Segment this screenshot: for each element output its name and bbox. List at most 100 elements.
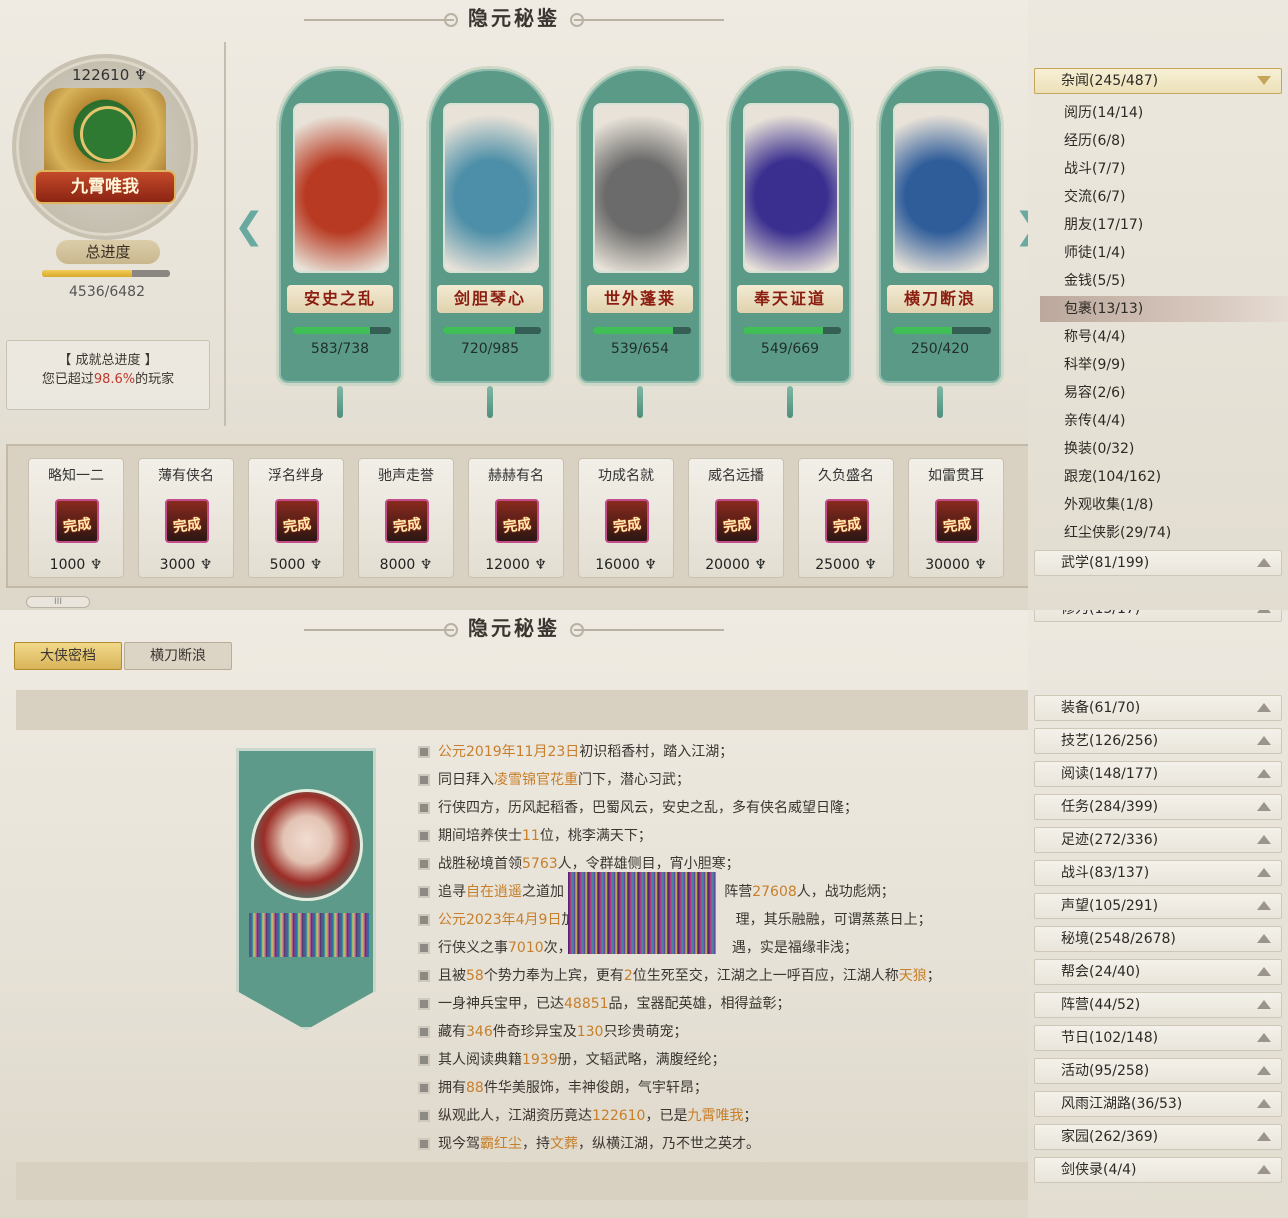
coin-icon: ♆ xyxy=(749,557,767,573)
subcategory-item[interactable]: 易容(2/6) xyxy=(1040,380,1288,406)
subcategory-item[interactable]: 阅历(14/14) xyxy=(1040,100,1288,126)
bio-segment: 5763 xyxy=(522,856,558,872)
prev-arrow-icon[interactable]: ❮ xyxy=(234,206,264,247)
expand-icon xyxy=(1257,802,1271,811)
subcategory-item[interactable]: 换装(0/32) xyxy=(1040,436,1288,462)
tassel xyxy=(337,386,343,418)
subcategory-item[interactable]: 包裹(13/13) xyxy=(1040,296,1288,322)
category-item[interactable]: 阅读(148/177) xyxy=(1034,761,1282,787)
expand-icon xyxy=(1257,736,1271,745)
subcategory-item[interactable]: 外观收集(1/8) xyxy=(1040,492,1288,518)
bio-segment: 122610 xyxy=(592,1108,646,1124)
reward-slot[interactable]: 浮名绊身 完成 5000 ♆ xyxy=(248,458,344,578)
category-item[interactable]: 活动(95/258) xyxy=(1034,1058,1282,1084)
category-item[interactable]: 足迹(272/336) xyxy=(1034,827,1282,853)
subcategory-item[interactable]: 战斗(7/7) xyxy=(1040,156,1288,182)
coin-icon: ♆ xyxy=(195,557,213,573)
completed-stamp: 完成 xyxy=(612,516,643,536)
chapter-progress-fill xyxy=(293,327,371,334)
bio-segment: 期间培养侠士 xyxy=(438,828,522,844)
category-item[interactable]: 技艺(126/256) xyxy=(1034,728,1282,754)
completed-stamp: 完成 xyxy=(172,516,203,536)
subcategory-item[interactable]: 称号(4/4) xyxy=(1040,324,1288,350)
category-label: 秘境(2548/2678) xyxy=(1061,931,1176,947)
total-progress-text: 4536/6482 xyxy=(69,284,145,300)
reward-item-icon: 完成 xyxy=(165,499,209,543)
reward-value: 25000 ♆ xyxy=(799,557,893,573)
reward-slot[interactable]: 驰声走誉 完成 8000 ♆ xyxy=(358,458,454,578)
category-martial[interactable]: 武学(81/199) xyxy=(1034,550,1282,576)
subcategory-item[interactable]: 跟宠(104/162) xyxy=(1040,464,1288,490)
bio-segment: 位生死至交，江湖之上一呼百应，江湖人称 xyxy=(632,968,899,984)
bio-segment: 门下，潜心习武； xyxy=(578,772,690,788)
reward-value: 16000 ♆ xyxy=(579,557,673,573)
horizontal-scrollbar[interactable]: III xyxy=(26,596,90,608)
character-banner xyxy=(236,748,376,1030)
reward-slot[interactable]: 威名远播 完成 20000 ♆ xyxy=(688,458,784,578)
chapter-card[interactable]: 横刀断浪 250/420 xyxy=(876,66,1004,386)
subcategory-item[interactable]: 师徒(1/4) xyxy=(1040,240,1288,266)
expand-icon xyxy=(1257,1099,1271,1108)
bio-segment: 人，令群雄侧目，宵小胆寒； xyxy=(557,856,740,872)
bio-segment: 纵观此人，江湖资历竟达 xyxy=(438,1108,592,1124)
subcategory-item[interactable]: 金钱(5/5) xyxy=(1040,268,1288,294)
bio-line: 一身神兵宝甲，已达48851品，宝器配英雄，相得益彰； xyxy=(420,990,941,1018)
reward-slot[interactable]: 功成名就 完成 16000 ♆ xyxy=(578,458,674,578)
completed-stamp: 完成 xyxy=(392,516,423,536)
bio-segment: ； xyxy=(743,1108,758,1124)
category-label: 技艺(126/256) xyxy=(1061,733,1159,749)
reward-value: 5000 ♆ xyxy=(249,557,343,573)
reward-value-text: 3000 xyxy=(159,557,196,573)
category-open[interactable]: 杂闻(245/487) xyxy=(1034,68,1282,94)
chapter-progress-fill xyxy=(443,327,515,334)
chapter-art xyxy=(893,103,989,273)
category-item[interactable]: 任务(284/399) xyxy=(1034,794,1282,820)
chapter-progress-bar xyxy=(743,327,841,334)
reward-slot[interactable]: 赫赫有名 完成 12000 ♆ xyxy=(468,458,564,578)
category-item[interactable]: 装备(61/70) xyxy=(1034,695,1282,721)
subcategory-item[interactable]: 经历(6/8) xyxy=(1040,128,1288,154)
chapter-card[interactable]: 世外蓬莱 539/654 xyxy=(576,66,704,386)
category-item[interactable]: 帮会(24/40) xyxy=(1034,959,1282,985)
category-item[interactable]: 节日(102/148) xyxy=(1034,1025,1282,1051)
expand-icon xyxy=(1257,1000,1271,1009)
reward-name: 略知一二 xyxy=(48,468,104,484)
category-item[interactable]: 声望(105/291) xyxy=(1034,893,1282,919)
achievement-percent: 98.6% xyxy=(93,372,136,387)
reward-slot[interactable]: 如雷贯耳 完成 30000 ♆ xyxy=(908,458,1004,578)
reward-value-text: 30000 xyxy=(925,557,970,573)
chapter-card[interactable]: 剑胆琴心 720/985 xyxy=(426,66,554,386)
category-label: 帮会(24/40) xyxy=(1061,964,1141,980)
next-arrow-icon[interactable]: ❯ xyxy=(1014,206,1028,247)
coin-icon: ♆ xyxy=(415,557,433,573)
bio-segment: 公元2023年4月9日 xyxy=(438,912,562,928)
coin-icon: ♆ xyxy=(85,557,103,573)
chapter-card[interactable]: 安史之乱 583/738 xyxy=(276,66,404,386)
bio-segment: 件华美服饰，丰神俊朗，气宇轩昂； xyxy=(483,1080,708,1096)
reward-value: 1000 ♆ xyxy=(29,557,123,573)
reward-value: 20000 ♆ xyxy=(689,557,783,573)
category-item[interactable]: 战斗(83/137) xyxy=(1034,860,1282,886)
subcategory-item[interactable]: 亲传(4/4) xyxy=(1040,408,1288,434)
category-item[interactable]: 剑侠录(4/4) xyxy=(1034,1157,1282,1183)
category-item[interactable]: 阵营(44/52) xyxy=(1034,992,1282,1018)
score-value: 122610 xyxy=(72,66,130,84)
category-item[interactable]: 秘境(2548/2678) xyxy=(1034,926,1282,952)
chapter-card[interactable]: 奉天证道 549/669 xyxy=(726,66,854,386)
category-item[interactable]: 家园(262/369) xyxy=(1034,1124,1282,1150)
reward-slot[interactable]: 略知一二 完成 1000 ♆ xyxy=(28,458,124,578)
subcategory-item[interactable]: 科举(9/9) xyxy=(1040,352,1288,378)
subcategory-item[interactable]: 交流(6/7) xyxy=(1040,184,1288,210)
tab-hengdao-duanlang[interactable]: 横刀断浪 xyxy=(124,642,232,670)
category-item[interactable]: 风雨江湖路(36/53) xyxy=(1034,1091,1282,1117)
tab-hero-dossier[interactable]: 大侠密档 xyxy=(14,642,122,670)
subcategory-item[interactable]: 朋友(17/17) xyxy=(1040,212,1288,238)
reward-slot[interactable]: 久负盛名 完成 25000 ♆ xyxy=(798,458,894,578)
category-item[interactable]: 修为(13/17) xyxy=(1034,610,1282,622)
reward-slot[interactable]: 薄有侠名 完成 3000 ♆ xyxy=(138,458,234,578)
subcategory-item[interactable]: 红尘侠影(29/74) xyxy=(1040,520,1288,546)
achievement-summary: 【 成就总进度 】 您已超过98.6%的玩家 xyxy=(6,340,210,410)
divider xyxy=(224,42,226,426)
bio-segment: 拥有 xyxy=(438,1080,466,1096)
completed-stamp: 完成 xyxy=(722,516,753,536)
